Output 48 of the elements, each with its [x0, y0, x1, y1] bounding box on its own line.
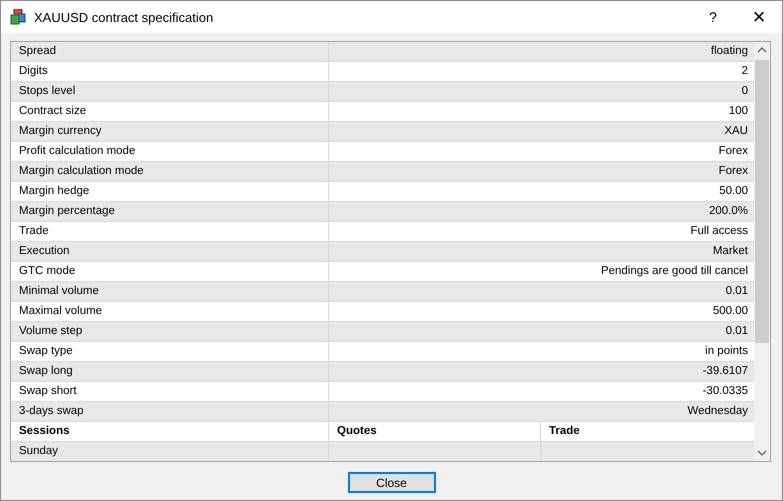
property-label: Swap type [11, 342, 329, 361]
property-label: Swap long [11, 362, 329, 381]
property-value: 100 [728, 104, 749, 119]
column-header: Quotes [329, 422, 541, 441]
column-header: Trade [548, 424, 581, 439]
property-value: floating [710, 44, 749, 59]
property-label: Execution [11, 242, 329, 261]
property-label: Volume step [11, 322, 329, 341]
property-value: Forex [718, 164, 749, 179]
property-label: Stops level [11, 82, 329, 101]
property-value: 0.01 [724, 284, 749, 299]
scrollbar-thumb[interactable] [755, 60, 769, 343]
property-value: 500.00 [712, 304, 749, 319]
property-value: -39.6107 [702, 364, 749, 379]
property-label: GTC mode [11, 262, 329, 281]
property-value: in points [704, 344, 749, 359]
property-value: Wednesday [686, 404, 749, 419]
property-label: Swap short [11, 382, 329, 401]
property-label: Profit calculation mode [11, 142, 329, 161]
property-label: Spread [11, 42, 329, 61]
property-label: Maximal volume [11, 302, 329, 321]
day-label: Sunday [11, 442, 329, 461]
app-icon [10, 9, 26, 25]
property-value: -30.0335 [702, 384, 749, 399]
column-header: Sessions [11, 422, 329, 441]
property-value: Market [712, 244, 749, 259]
property-value: 0 [740, 84, 749, 99]
property-label: Margin currency [11, 122, 329, 141]
help-button[interactable]: ? [690, 1, 736, 33]
property-value: 0.01 [724, 324, 749, 339]
close-button[interactable]: Close [348, 472, 436, 493]
property-value: XAU [723, 124, 749, 139]
property-label: Minimal volume [11, 282, 329, 301]
property-label: Margin hedge [11, 182, 329, 201]
property-label: Contract size [11, 102, 329, 121]
property-label: Margin calculation mode [11, 162, 329, 181]
property-value: 2 [740, 64, 749, 79]
property-value: Pendings are good till cancel [600, 264, 749, 279]
property-label: Digits [11, 62, 329, 81]
property-value: 50.00 [718, 184, 749, 199]
property-label: Margin percentage [11, 202, 329, 221]
close-button[interactable]: × [736, 1, 782, 33]
property-value: 200.0% [708, 204, 749, 219]
property-value: Full access [689, 224, 749, 239]
property-label: Trade [11, 222, 329, 241]
window-title: XAUUSD contract specification [34, 10, 214, 24]
property-label: 3-days swap [11, 402, 329, 421]
property-value: Forex [718, 144, 749, 159]
